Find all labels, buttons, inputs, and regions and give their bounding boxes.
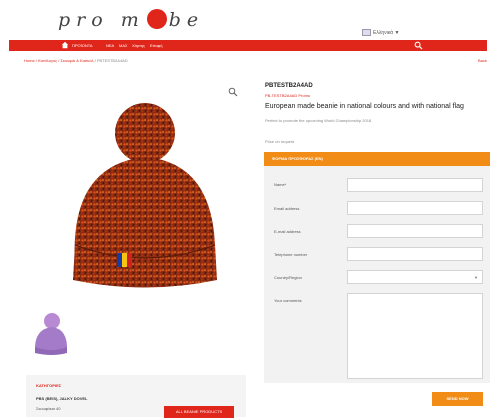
- email-field[interactable]: [347, 201, 483, 215]
- product-title: PBTESTB2A4AD: [265, 83, 313, 89]
- logo-o-mark: [146, 9, 167, 29]
- chevron-down-icon: ▼: [474, 275, 478, 280]
- submit-button[interactable]: SEND NOW: [432, 392, 483, 406]
- home-icon[interactable]: [61, 41, 69, 49]
- email-label: Email address: [274, 206, 300, 211]
- name-label: Name*: [274, 182, 287, 187]
- logo[interactable]: pro m be: [58, 9, 204, 31]
- name-field[interactable]: [347, 178, 483, 192]
- product-subdescription: Perfect to promote the upcoming World Ch…: [265, 118, 372, 123]
- all-products-button[interactable]: ALL BEANIE PRODUCTS: [164, 406, 234, 418]
- product-thumbnail[interactable]: [30, 311, 70, 356]
- phone-label: Telephone number: [274, 252, 308, 257]
- product-code: PB-TESTB2A4AD Promo: [265, 93, 311, 98]
- nav-item-contact[interactable]: Επαφή: [150, 43, 163, 48]
- email-confirm-label: E-mail address: [274, 229, 301, 234]
- breadcrumb-category[interactable]: Σκουφιά & Κασκόλ: [60, 58, 93, 63]
- product-image[interactable]: [57, 95, 227, 295]
- breadcrumb-home[interactable]: Home: [24, 58, 35, 63]
- country-select[interactable]: ▼: [347, 270, 483, 284]
- nav-item-news[interactable]: ΝΕΑ: [106, 43, 114, 48]
- nav-item-about[interactable]: ΜΑΣ: [119, 43, 127, 48]
- logo-text-right: be: [168, 9, 205, 31]
- main-nav: ΠΡΟΪΟΝΤΑ ΝΕΑ ΜΑΣ Χάρτης Επαφή: [9, 40, 487, 51]
- product-description: European made beanie in national colours…: [265, 103, 464, 110]
- price-note: Price on request: [265, 139, 295, 144]
- breadcrumb-current: PBTESTB2A4AD: [96, 58, 128, 63]
- country-label: Country/Region: [274, 275, 302, 280]
- breadcrumb-catalog[interactable]: Κατάλογος: [38, 58, 57, 63]
- breadcrumb: Home / Κατάλογος / Σκουφιά & Κασκόλ / PB…: [24, 58, 128, 63]
- email-confirm-field[interactable]: [347, 224, 483, 238]
- logo-text-left: pro m: [58, 9, 145, 31]
- comments-label: Your comments: [274, 298, 302, 303]
- chevron-down-icon: ▼: [394, 29, 400, 36]
- flag-icon: [362, 29, 371, 36]
- zoom-icon[interactable]: [228, 87, 238, 97]
- phone-field[interactable]: [347, 247, 483, 261]
- search-icon[interactable]: [414, 41, 423, 50]
- language-label: Ελληνικά: [373, 29, 394, 36]
- category-title: ΚΑΤΗΓΟΡΙΕΣ: [36, 383, 62, 388]
- comments-field[interactable]: [347, 293, 483, 379]
- quote-form-header: ΦΟΡΜΑ ΠΡΟΣΦΟΡΑΣ (EN): [264, 152, 490, 166]
- nav-item-products[interactable]: ΠΡΟΪΟΝΤΑ: [72, 43, 93, 48]
- language-selector[interactable]: Ελληνικά ▼: [362, 29, 399, 36]
- category-name[interactable]: PBS (BEIS), JALKY DOVEL: [36, 396, 88, 401]
- nav-item-map[interactable]: Χάρτης: [132, 43, 145, 48]
- back-link[interactable]: Back: [478, 58, 487, 63]
- category-sub: Σκουφάκια 40: [36, 406, 61, 411]
